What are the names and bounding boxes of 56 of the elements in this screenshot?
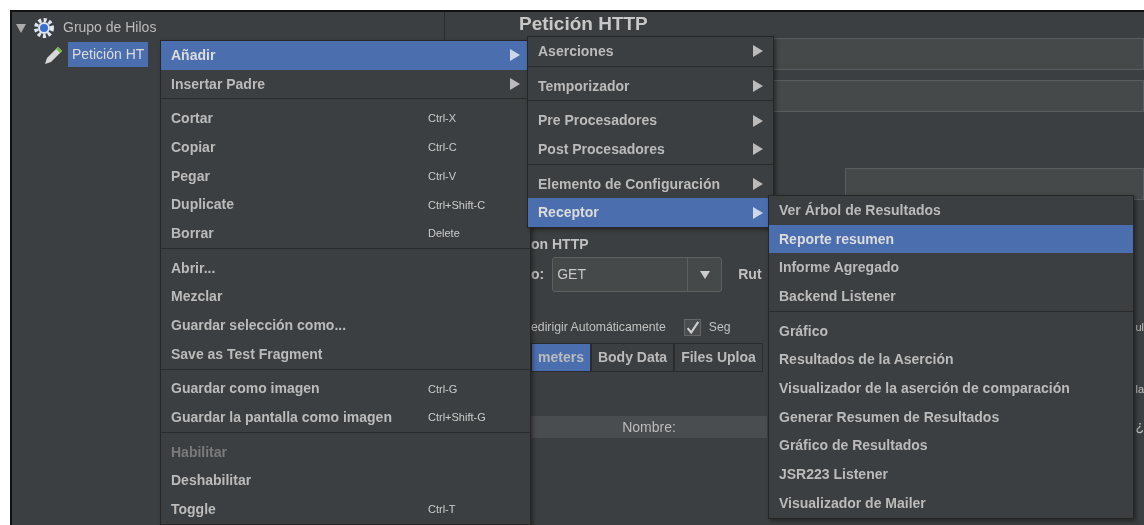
shortcut-label: Ctrl+Shift-G bbox=[428, 410, 486, 426]
menu-item[interactable]: Guardar la pantalla como imagen Ctrl+Shift-G bbox=[161, 403, 530, 432]
gear-icon bbox=[33, 16, 55, 39]
menu-item[interactable]: Duplicate Ctrl+Shift-C bbox=[161, 190, 530, 220]
menu-item[interactable]: Visualizador de la aserción de comparación bbox=[769, 374, 1133, 403]
tree-item[interactable]: Grupo de Hilos bbox=[59, 15, 161, 40]
method-dropdown[interactable]: GET bbox=[552, 257, 723, 292]
menu-item[interactable]: Resultados de la Aserción bbox=[769, 345, 1133, 375]
menu-item[interactable]: Insertar Padre bbox=[161, 69, 530, 99]
field-label: Rut bbox=[738, 265, 762, 284]
menu-item[interactable]: Toggle Ctrl-T bbox=[161, 495, 530, 524]
menu-item[interactable]: Guardar selección como... bbox=[161, 311, 530, 340]
shortcut-label: Ctrl-C bbox=[428, 140, 457, 156]
section-label: on HTTP bbox=[531, 235, 589, 254]
panel-title: Petición HTTP bbox=[519, 12, 649, 36]
menu-item[interactable]: Añadir bbox=[161, 41, 530, 70]
menu-item[interactable]: Pre Procesadores bbox=[528, 106, 773, 136]
text-fragment: ¿ bbox=[1135, 417, 1144, 437]
menu-item[interactable]: Mezclar bbox=[161, 282, 530, 312]
text-fragment: ul bbox=[1135, 319, 1144, 335]
menu-item[interactable]: Gráfico bbox=[769, 316, 1133, 346]
shortcut-label: Ctrl-V bbox=[428, 168, 457, 184]
shortcut-label: Ctrl-G bbox=[428, 381, 458, 397]
menu-item[interactable]: Elemento de Configuración bbox=[528, 169, 773, 199]
menu-item[interactable]: Guardar como imagen Ctrl-G bbox=[161, 374, 530, 404]
shortcut-label: Ctrl-X bbox=[428, 111, 457, 127]
shortcut-label: Ctrl-T bbox=[428, 502, 456, 518]
menu-item[interactable]: Post Procesadores bbox=[528, 135, 773, 164]
menu-item[interactable]: Generar Resumen de Resultados bbox=[769, 402, 1133, 432]
menu-item[interactable]: Informe Agregado bbox=[769, 253, 1133, 283]
tree-item[interactable]: Petición HT bbox=[68, 42, 149, 67]
tab[interactable]: Files Uploa bbox=[674, 343, 763, 373]
menu-item[interactable]: Deshabilitar bbox=[161, 466, 530, 496]
menu-item[interactable]: Gráfico de Resultados bbox=[769, 431, 1133, 461]
menu-item[interactable]: Backend Listener bbox=[769, 282, 1133, 311]
menu-item[interactable]: Borrar Delete bbox=[161, 219, 530, 248]
shortcut-label: Ctrl+Shift-C bbox=[428, 197, 486, 213]
shortcut-label: Delete bbox=[428, 226, 460, 242]
tab[interactable]: Body Data bbox=[590, 343, 675, 373]
menu-item[interactable]: Visualizador de Mailer bbox=[769, 488, 1133, 518]
menu-item[interactable]: Temporizador bbox=[528, 71, 773, 101]
checkbox[interactable] bbox=[683, 318, 701, 336]
menu-item[interactable]: Reporte resumen bbox=[769, 224, 1133, 254]
menu-item[interactable]: Abrir... bbox=[161, 253, 530, 283]
menu-item[interactable]: Pegar Ctrl-V bbox=[161, 161, 530, 191]
menu-item[interactable]: Copiar Ctrl-C bbox=[161, 133, 530, 162]
menu-item[interactable]: Save as Test Fragment bbox=[161, 339, 530, 369]
option-label: edirigir Automáticamente bbox=[531, 319, 666, 336]
column-header: Nombre: bbox=[531, 415, 767, 438]
option-label: Seg bbox=[708, 319, 731, 336]
menu-item[interactable]: Cortar Ctrl-X bbox=[161, 104, 530, 134]
menu-item[interactable]: JSR223 Listener bbox=[769, 460, 1133, 489]
dropdown-arrow-icon bbox=[699, 270, 710, 279]
text-fragment: la bbox=[1135, 382, 1144, 398]
menu-item[interactable]: Aserciones bbox=[528, 37, 773, 66]
field-label: o: bbox=[531, 265, 545, 284]
